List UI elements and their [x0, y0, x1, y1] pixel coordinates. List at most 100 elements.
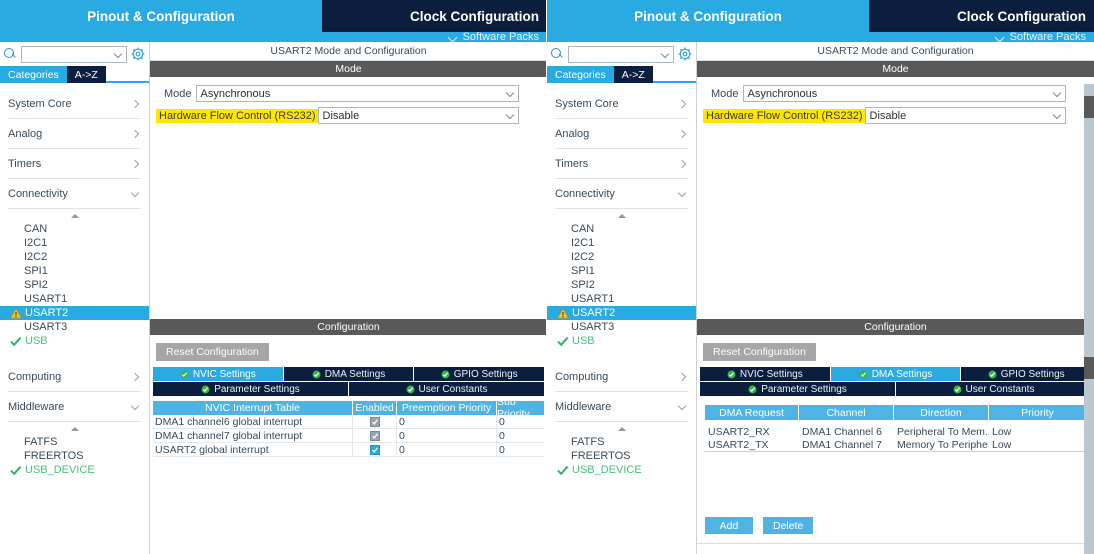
- sidebar-group-analog[interactable]: Analog: [8, 119, 141, 149]
- vertical-scrollbar[interactable]: [1084, 84, 1094, 554]
- table-row[interactable]: USART2_RX DMA1 Channel 6 Peripheral To M…: [705, 425, 1086, 438]
- sidebar-item-usart2[interactable]: USART2: [547, 306, 696, 320]
- sidebar-item-i2c2[interactable]: I2C2: [0, 250, 149, 264]
- table-row[interactable]: DMA1 channel7 global interrupt 0 0: [153, 429, 544, 443]
- scroll-up-indicator[interactable]: [547, 422, 696, 435]
- tab-a-to-z[interactable]: A->Z: [66, 66, 106, 83]
- sidebar-group-middleware[interactable]: Middleware: [555, 392, 688, 422]
- sidebar-group-timers[interactable]: Timers: [555, 149, 688, 179]
- category-tabs: Categories A->Z: [0, 66, 149, 83]
- sidebar-item-usb-device[interactable]: USB_DEVICE: [547, 463, 696, 477]
- cell-enabled[interactable]: [353, 429, 397, 442]
- scroll-up-indicator[interactable]: [547, 209, 696, 222]
- sidebar-group-analog[interactable]: Analog: [555, 119, 688, 149]
- tab-user-constants-label: User Constants: [418, 383, 488, 395]
- tab-clock-configuration[interactable]: Clock Configuration: [869, 0, 1094, 32]
- scroll-up-indicator[interactable]: [0, 422, 149, 435]
- scroll-up-indicator[interactable]: [0, 209, 149, 222]
- sidebar-item-fatfs[interactable]: FATFS: [547, 435, 696, 449]
- gear-icon[interactable]: [131, 47, 145, 61]
- check-icon: [10, 336, 22, 347]
- tab-categories[interactable]: Categories: [0, 66, 67, 83]
- gear-icon[interactable]: [678, 47, 692, 61]
- sidebar-item-usb[interactable]: USB: [547, 334, 696, 348]
- tab-nvic-settings[interactable]: NVIC Settings: [700, 367, 830, 381]
- chevron-down-icon: [449, 33, 458, 42]
- mode-select[interactable]: Asynchronous: [195, 85, 519, 102]
- sidebar-item-freertos[interactable]: FREERTOS: [547, 449, 696, 463]
- tab-gpio-settings[interactable]: GPIO Settings: [414, 367, 545, 381]
- search-input[interactable]: [21, 45, 127, 63]
- sidebar-item-i2c2[interactable]: I2C2: [547, 250, 696, 264]
- sidebar-item-spi2[interactable]: SPI2: [0, 278, 149, 292]
- search-input[interactable]: [568, 45, 674, 63]
- sidebar-item-spi2[interactable]: SPI2: [547, 278, 696, 292]
- tab-user-constants[interactable]: User Constants: [349, 382, 544, 396]
- tab-nvic-settings[interactable]: NVIC Settings: [153, 367, 283, 381]
- hardware-flow-control-select[interactable]: Disable: [864, 107, 1066, 124]
- sidebar-item-can[interactable]: CAN: [547, 222, 696, 236]
- scrollbar-thumb[interactable]: [1084, 357, 1094, 379]
- check-circle-icon: [441, 370, 450, 379]
- table-row[interactable]: USART2 global interrupt 0 0: [153, 443, 544, 457]
- add-button[interactable]: Add: [705, 517, 753, 534]
- tab-dma-settings[interactable]: DMA Settings: [830, 367, 961, 381]
- sidebar-group-connectivity[interactable]: Connectivity: [555, 179, 688, 209]
- scrollbar-thumb[interactable]: [1084, 96, 1094, 118]
- tab-a-to-z-label: A->Z: [74, 68, 98, 81]
- sidebar-item-spi1[interactable]: SPI1: [0, 264, 149, 278]
- sidebar-item-usart1[interactable]: USART1: [547, 292, 696, 306]
- sidebar-item-usart2[interactable]: USART2: [0, 306, 149, 320]
- sidebar-group-system-core[interactable]: System Core: [555, 89, 688, 119]
- check-circle-icon: [312, 370, 321, 379]
- cell-enabled[interactable]: [353, 443, 397, 456]
- table-row[interactable]: USART2_TX DMA1 Channel 7 Memory To Perip…: [705, 438, 1086, 451]
- tab-gpio-settings[interactable]: GPIO Settings: [961, 367, 1092, 381]
- checkbox-checked[interactable]: [369, 444, 380, 455]
- col-priority: Priority: [989, 405, 1086, 420]
- sidebar-item-freertos[interactable]: FREERTOS: [0, 449, 149, 463]
- group-label: Connectivity: [8, 187, 68, 200]
- sidebar-item-usb[interactable]: USB: [0, 334, 149, 348]
- sidebar-item-fatfs[interactable]: FATFS: [0, 435, 149, 449]
- item-label: USART3: [24, 321, 68, 333]
- reset-configuration-button[interactable]: Reset Configuration: [703, 343, 816, 361]
- sidebar-item-i2c1[interactable]: I2C1: [0, 236, 149, 250]
- mode-section-header: Mode: [150, 61, 547, 77]
- sidebar-item-spi1[interactable]: SPI1: [547, 264, 696, 278]
- sidebar-item-i2c1[interactable]: I2C1: [547, 236, 696, 250]
- sidebar-group-system-core[interactable]: System Core: [8, 89, 141, 119]
- sidebar-group-middleware[interactable]: Middleware: [8, 392, 141, 422]
- tab-pinout-configuration[interactable]: Pinout & Configuration: [0, 0, 322, 32]
- sidebar-group-computing[interactable]: Computing: [555, 362, 688, 392]
- mode-select[interactable]: Asynchronous: [742, 85, 1066, 102]
- config-tabs-row-2: Parameter Settings User Constants: [153, 382, 544, 396]
- tab-pinout-label: Pinout & Configuration: [634, 8, 782, 24]
- tab-categories-label: Categories: [8, 68, 59, 81]
- sidebar-item-usb-device[interactable]: USB_DEVICE: [0, 463, 149, 477]
- sidebar-group-timers[interactable]: Timers: [8, 149, 141, 179]
- tab-clock-configuration[interactable]: Clock Configuration: [322, 0, 547, 32]
- delete-button[interactable]: Delete: [763, 517, 814, 534]
- table-row[interactable]: DMA1 channel6 global interrupt 0 0: [153, 415, 544, 429]
- tab-pinout-label: Pinout & Configuration: [87, 8, 235, 24]
- hardware-flow-control-select[interactable]: Disable: [317, 107, 519, 124]
- cell-sub: 0: [499, 429, 505, 442]
- tab-user-constants[interactable]: User Constants: [896, 382, 1091, 396]
- sidebar-group-connectivity[interactable]: Connectivity: [8, 179, 141, 209]
- item-label: I2C2: [24, 251, 48, 263]
- reset-configuration-button[interactable]: Reset Configuration: [156, 343, 269, 361]
- tab-parameter-settings[interactable]: Parameter Settings: [700, 382, 895, 396]
- sidebar-item-usart1[interactable]: USART1: [0, 292, 149, 306]
- cell-enabled[interactable]: [353, 415, 397, 428]
- tab-a-to-z[interactable]: A->Z: [613, 66, 653, 83]
- sidebar-item-usart3[interactable]: USART3: [547, 320, 696, 334]
- tab-parameter-settings[interactable]: Parameter Settings: [153, 382, 348, 396]
- sidebar-item-usart3[interactable]: USART3: [0, 320, 149, 334]
- sidebar-item-can[interactable]: CAN: [0, 222, 149, 236]
- group-label: Connectivity: [555, 187, 615, 200]
- sidebar-group-computing[interactable]: Computing: [8, 362, 141, 392]
- tab-pinout-configuration[interactable]: Pinout & Configuration: [547, 0, 869, 32]
- tab-categories[interactable]: Categories: [547, 66, 614, 83]
- tab-dma-settings[interactable]: DMA Settings: [283, 367, 414, 381]
